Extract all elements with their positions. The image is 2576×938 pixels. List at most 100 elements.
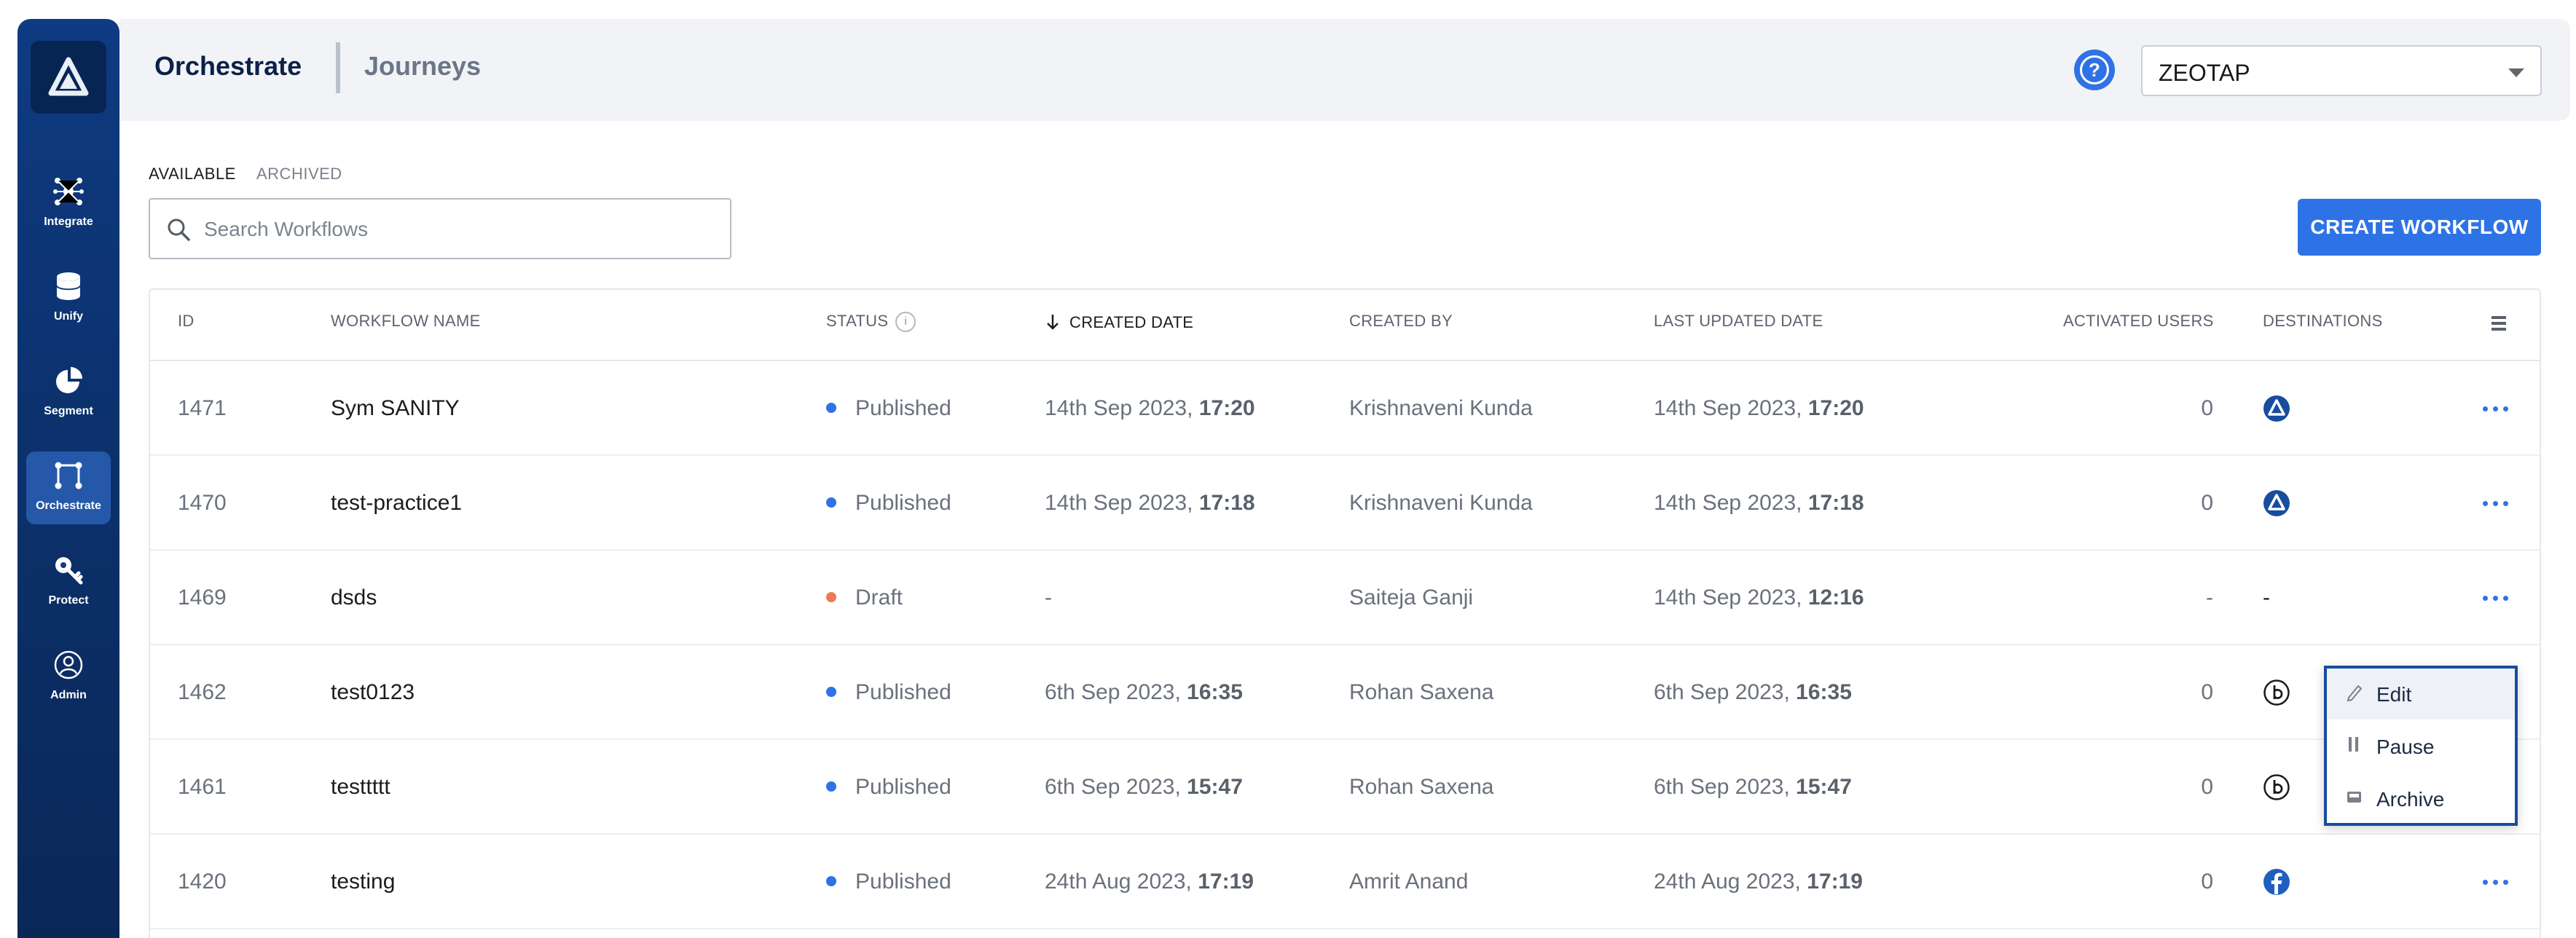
status-dot [826,403,836,414]
menu-item-pause[interactable]: Pause [2327,721,2515,772]
column-header-status-label: STATUS [826,312,889,330]
menu-item-label: Pause [2376,736,2435,758]
updated-day: 6th Sep 2023, [1654,775,1790,799]
account-select[interactable]: ZEOTAP [2141,45,2542,96]
column-header-id[interactable]: ID [178,312,195,331]
search-box[interactable] [149,198,731,259]
sidebar-item-segment[interactable]: Segment [26,357,111,430]
facebook-icon [2263,869,2290,895]
cell-workflow-name[interactable]: Sym SANITY [331,361,460,456]
column-menu-icon[interactable] [2491,316,2506,332]
status-dot [826,876,836,887]
column-header-created-date[interactable]: CREATED DATE [1045,313,1193,332]
table-row[interactable]: 1420 testing Published 24th Aug 2023, 17… [150,835,2540,929]
cell-last-updated: 14th Sep 2023, 17:20 [1654,361,1864,456]
sidebar-item-protect[interactable]: Protect [26,546,111,619]
table-row[interactable]: 1471 Sym SANITY Published 14th Sep 2023,… [150,361,2540,456]
created-day: 6th Sep 2023, [1045,680,1181,704]
top-header: Orchestrate Journeys ? ZEOTAP [119,19,2570,121]
sidebar-item-orchestrate[interactable]: Orchestrate [26,452,111,524]
pencil-icon [2347,685,2363,702]
cell-status: Published [826,361,951,456]
archive-icon [2347,792,2361,803]
b-circle-icon [2263,679,2290,706]
sidebar: Integrate Unify Segment Orchestrate Prot… [17,19,119,938]
info-icon[interactable]: i [895,312,916,333]
cell-activated-users: 0 [2201,870,2213,894]
updated-day: 14th Sep 2023, [1654,491,1802,515]
created-day: 14th Sep 2023, [1045,491,1193,515]
tab-available[interactable]: AVAILABLE [149,165,236,184]
cell-created-by: Krishnaveni Kunda [1349,396,1533,420]
row-more-button[interactable] [2481,586,2510,610]
table-row[interactable]: 1461 testtttt Published 6th Sep 2023, 15… [150,740,2540,835]
pie-chart-icon [56,367,82,393]
workflows-table: ID WORKFLOW NAME STATUS i CREATED DATE CR… [149,288,2541,938]
cell-id: 1469 [178,586,227,610]
sidebar-item-label: Admin [50,689,87,701]
sidebar-item-label: Integrate [44,216,93,228]
cell-workflow-name[interactable]: test-practice1 [331,456,462,551]
status-label: Published [855,491,951,515]
create-workflow-button[interactable]: CREATE WORKFLOW [2298,199,2541,256]
column-header-status[interactable]: STATUS i [826,312,916,333]
sidebar-item-integrate[interactable]: Integrate [26,168,111,240]
cell-last-updated: 24th Aug 2023, 17:19 [1654,835,1863,929]
cell-last-updated: 14th Sep 2023, 12:16 [1654,551,1864,645]
sidebar-item-admin[interactable]: Admin [26,641,111,714]
table-row[interactable]: 1469 dsds Draft - Saiteja Ganji 14th Sep… [150,551,2540,645]
cell-workflow-name[interactable]: test0123 [331,645,415,740]
column-header-created-date-label: CREATED DATE [1069,313,1194,331]
cell-destinations: - [2263,586,2270,610]
tab-archived[interactable]: ARCHIVED [256,165,342,184]
sidebar-item-unify[interactable]: Unify [26,262,111,335]
created-time: 17:20 [1198,396,1255,420]
cell-created-date: 24th Aug 2023, 17:19 [1045,835,1254,929]
cell-workflow-name[interactable]: testtttt [331,740,390,835]
table-header: ID WORKFLOW NAME STATUS i CREATED DATE CR… [150,290,2540,361]
updated-day: 14th Sep 2023, [1654,396,1802,420]
cell-created-by: Krishnaveni Kunda [1349,491,1533,515]
column-header-activated-users[interactable]: ACTIVATED USERS [2063,312,2214,331]
cell-workflow-name[interactable]: testing [331,835,395,929]
cell-created-date: - [1045,551,1052,645]
column-header-destinations[interactable]: DESTINATIONS [2263,312,2383,331]
help-button[interactable]: ? [2074,50,2115,90]
table-row[interactable]: 1462 test0123 Published 6th Sep 2023, 16… [150,645,2540,740]
menu-item-archive[interactable]: Archive [2327,773,2515,824]
status-dot [826,781,836,792]
created-time: 17:18 [1198,491,1255,515]
cell-id: 1461 [178,775,227,799]
cell-created-by: Rohan Saxena [1349,680,1494,704]
column-header-created-by[interactable]: CREATED BY [1349,312,1453,331]
row-more-button[interactable] [2481,491,2510,516]
cell-workflow-name[interactable]: dsds [331,551,377,645]
status-label: Published [855,396,951,420]
updated-day: 14th Sep 2023, [1654,586,1802,610]
table-row[interactable]: 1470 test-practice1 Published 14th Sep 2… [150,456,2540,551]
page-subtitle[interactable]: Journeys [364,51,481,82]
updated-time: 15:47 [1796,775,1852,799]
logo[interactable] [31,41,106,114]
cell-last-updated: 14th Sep 2023, 17:18 [1654,456,1864,551]
row-more-button[interactable] [2481,870,2510,894]
status-label: Draft [855,586,903,610]
row-more-button[interactable] [2481,396,2510,421]
updated-time: 17:20 [1807,396,1864,420]
updated-time: 17:19 [1807,870,1863,894]
menu-item-label: Edit [2376,683,2412,706]
integrate-icon [53,178,84,205]
cell-activated-users: 0 [2201,680,2213,704]
cell-activated-users: 0 [2201,396,2213,420]
menu-item-edit[interactable]: Edit [2327,669,2515,720]
cell-created-by: Rohan Saxena [1349,775,1494,799]
sidebar-item-label: Orchestrate [36,500,101,512]
updated-time: 16:35 [1796,680,1852,704]
updated-time: 12:16 [1807,586,1864,610]
column-header-last-updated[interactable]: LAST UPDATED DATE [1654,312,1823,331]
cell-status: Published [826,740,951,835]
cell-status: Published [826,645,951,740]
orchestrate-icon [55,462,82,489]
search-input[interactable] [204,214,714,245]
column-header-name[interactable]: WORKFLOW NAME [331,312,481,331]
